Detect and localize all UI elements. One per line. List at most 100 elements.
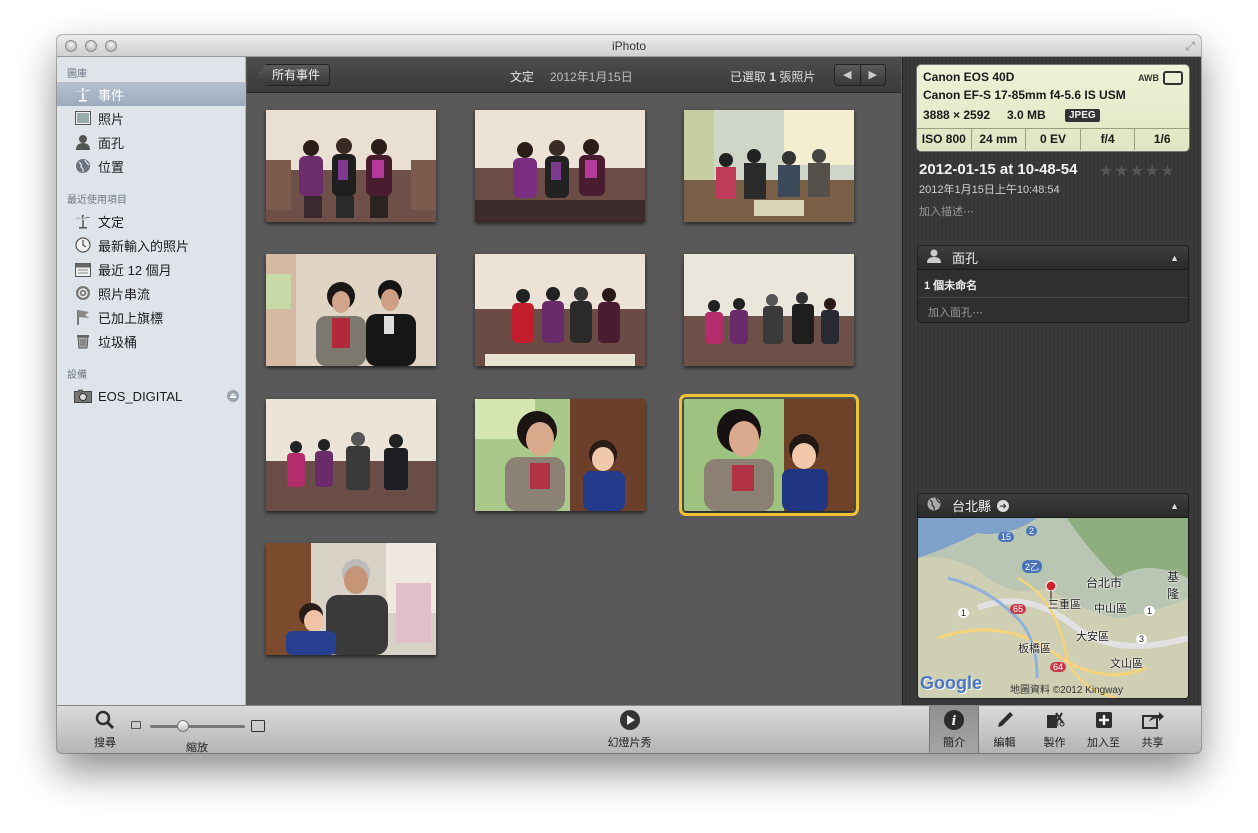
map-label-sanchong: 三重區	[1048, 599, 1081, 611]
share-button[interactable]: 共享	[1130, 706, 1175, 753]
edit-button[interactable]: 編輯	[982, 706, 1027, 753]
add-to-button[interactable]: 加入至	[1081, 706, 1126, 753]
route-marker: 1	[958, 608, 970, 618]
sidebar-item-trash[interactable]: 垃圾桶	[57, 329, 245, 353]
rating-stars[interactable]: ★★★★★	[1099, 161, 1176, 181]
photo-title[interactable]: 2012-01-15 at 10-48-54	[919, 161, 1077, 178]
iphoto-window: iPhoto ⤢ 圖庫 事件 照片 面孔 位置 最近使用項目 文定 最新輸入的照…	[57, 35, 1201, 753]
small-photo-icon	[131, 721, 141, 729]
camera-mode-icon	[1163, 71, 1183, 85]
selection-suffix: 張照片	[776, 70, 816, 84]
photo-thumbnail[interactable]	[266, 110, 436, 222]
format-badge: JPEG	[1065, 109, 1100, 122]
sidebar-item-eos-digital[interactable]: EOS_DIGITAL ⏏	[57, 384, 245, 408]
sidebar-item-label: 垃圾桶	[98, 334, 138, 350]
arrow-circle-icon[interactable]: ➜	[997, 499, 1010, 512]
search-button[interactable]: 搜尋	[85, 706, 125, 753]
photo-thumbnail[interactable]	[266, 543, 436, 655]
event-date: 2012年1月15日	[550, 70, 633, 84]
add-description-field[interactable]: 加入描述⋯	[919, 203, 974, 219]
sidebar-item-places[interactable]: 位置	[57, 154, 245, 178]
places-header[interactable]: 台北縣 ➜ ▲	[918, 494, 1188, 518]
photo-thumbnail-selected[interactable]	[679, 394, 859, 516]
photo-datetime: 2012年1月15日上午10:48:54	[919, 184, 1060, 196]
event-title: 文定	[510, 70, 535, 84]
palm-tree-icon	[73, 212, 93, 230]
plus-box-icon	[1093, 706, 1115, 734]
photo-thumbnail[interactable]	[475, 110, 645, 222]
slideshow-button[interactable]: 幻燈片秀	[602, 706, 657, 753]
palm-tree-icon	[73, 85, 93, 103]
add-face-button[interactable]: 加入面孔⋯	[918, 298, 1188, 322]
route-marker: 1	[1144, 606, 1156, 616]
map-copyright: 地圖資料 ©2012 Kingway	[1010, 685, 1123, 696]
route-marker: 15	[998, 532, 1015, 542]
sidebar-item-last-12-months[interactable]: 最近 12 個月	[57, 257, 245, 281]
sidebar-item-label: 最近 12 個月	[98, 262, 172, 278]
selection-prefix: 已選取	[730, 70, 770, 84]
unnamed-faces[interactable]: 1 個未命名	[918, 270, 1188, 298]
aperture-value: f/4	[1081, 129, 1136, 150]
sidebar-item-label: 面孔	[98, 135, 125, 151]
eject-icon[interactable]: ⏏	[227, 390, 239, 402]
sidebar-item-photos[interactable]: 照片	[57, 106, 245, 130]
play-icon	[619, 706, 641, 734]
camera-model: Canon EOS 40D	[923, 70, 1015, 84]
zoom-slider[interactable]	[130, 719, 270, 733]
sidebar-heading-library: 圖庫	[67, 69, 87, 80]
photo-thumbnail[interactable]	[266, 254, 436, 366]
photo-icon	[73, 109, 93, 127]
svg-text:i: i	[952, 714, 957, 729]
fullscreen-icon[interactable]: ⤢	[1185, 39, 1195, 54]
sidebar-item-events[interactable]: 事件	[57, 82, 245, 106]
selection-count: 已選取 1 張照片	[730, 68, 815, 85]
share-icon	[1141, 706, 1165, 734]
sidebar-item-label: 最新輸入的照片	[98, 238, 190, 254]
all-events-button[interactable]: 所有事件	[257, 64, 331, 86]
camera-icon	[73, 387, 93, 405]
photo-thumbnail[interactable]	[684, 254, 854, 366]
create-label: 製作	[1043, 737, 1066, 749]
info-button[interactable]: i 簡介	[929, 706, 979, 753]
photo-thumbnail[interactable]	[684, 110, 854, 222]
sidebar-item-label: 已加上旗標	[98, 310, 164, 326]
map-label-banqiao: 板橋區	[1018, 643, 1051, 655]
sidebar-item-label: 位置	[98, 159, 125, 175]
photo-thumbnail[interactable]	[475, 254, 645, 366]
next-event-icon[interactable]: ▶	[861, 65, 886, 85]
sidebar-item-recent-event[interactable]: 文定	[57, 209, 245, 233]
collapse-places-icon[interactable]: ▲	[1170, 501, 1179, 511]
search-icon	[95, 706, 115, 734]
map-label-taipei: 台北市	[1086, 576, 1123, 590]
sidebar-item-faces[interactable]: 面孔	[57, 130, 245, 154]
places-section: 台北縣 ➜ ▲ 台北市 基隆 三重區 中山區 大安區 板橋區 文山區 15 2 …	[917, 493, 1189, 699]
google-logo: Google	[920, 673, 982, 693]
sidebar-item-photo-stream[interactable]: 照片串流	[57, 281, 245, 305]
collapse-faces-icon[interactable]: ▲	[1170, 253, 1179, 263]
create-icon	[1044, 706, 1066, 734]
faces-section: 面孔 ▲ 1 個未命名 加入面孔⋯	[917, 245, 1189, 323]
photo-thumbnail[interactable]	[266, 399, 436, 511]
location-map[interactable]: 台北市 基隆 三重區 中山區 大安區 板橋區 文山區 15 2 2乙 1 65 …	[918, 518, 1188, 698]
map-label-zhongshan: 中山區	[1094, 603, 1127, 615]
photo-thumbnail[interactable]	[475, 399, 645, 511]
sidebar-item-last-import[interactable]: 最新輸入的照片	[57, 233, 245, 257]
sidebar-item-label: 照片串流	[98, 286, 151, 302]
globe-icon	[73, 157, 93, 175]
previous-event-icon[interactable]: ◀	[835, 65, 861, 85]
clock-icon	[73, 236, 93, 254]
sidebar-item-flagged[interactable]: 已加上旗標	[57, 305, 245, 329]
create-button[interactable]: 製作	[1032, 706, 1077, 753]
trash-icon	[73, 332, 93, 350]
person-icon	[926, 249, 942, 266]
bottom-toolbar: 搜尋 縮放 幻燈片秀 i 簡介 編輯 製作 加入至 共享	[57, 705, 1201, 753]
place-heading: 台北縣	[952, 499, 992, 514]
sidebar-item-label: 照片	[98, 111, 125, 127]
zoom-knob[interactable]	[177, 720, 190, 732]
flag-icon	[73, 308, 93, 326]
source-list: 圖庫 事件 照片 面孔 位置 最近使用項目 文定 最新輸入的照片 最近 12 個…	[57, 57, 246, 705]
person-icon	[73, 133, 93, 151]
iso-value: ISO 800	[917, 129, 972, 150]
faces-header[interactable]: 面孔 ▲	[918, 246, 1188, 270]
sidebar-heading-recent: 最近使用項目	[67, 195, 127, 206]
